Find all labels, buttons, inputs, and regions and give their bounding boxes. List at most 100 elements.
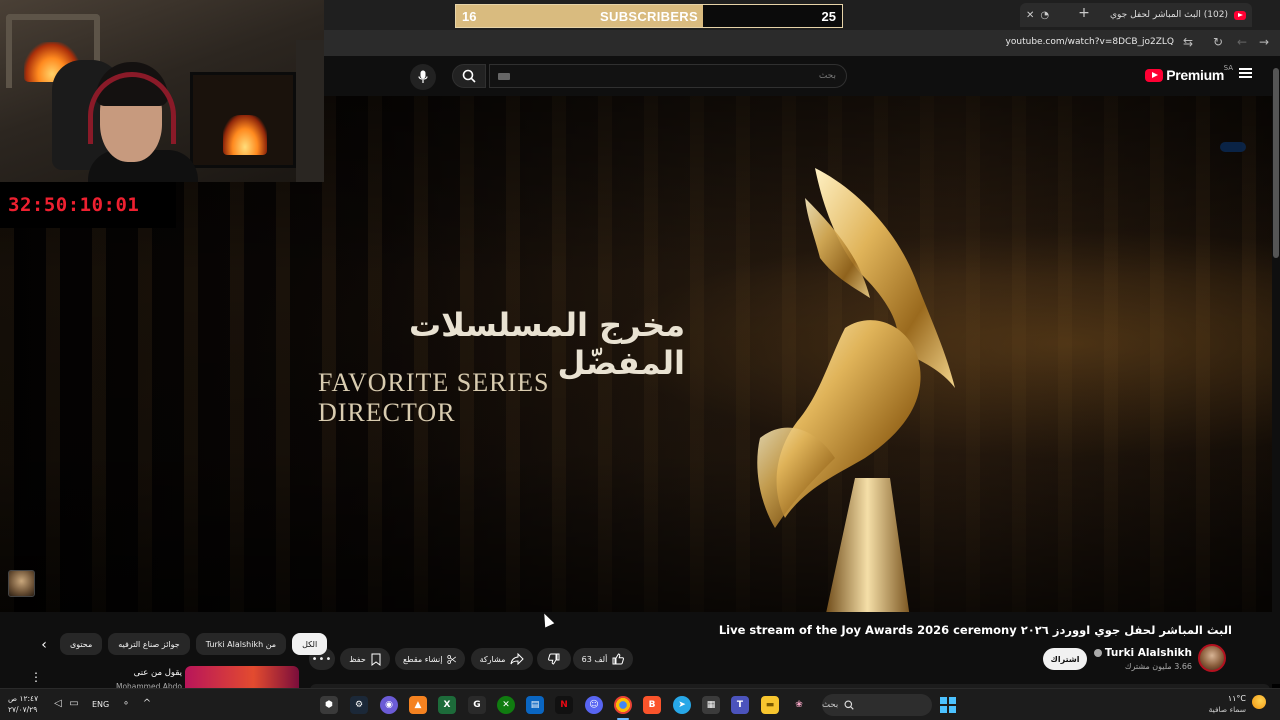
microphone-icon (418, 70, 428, 83)
menu-icon[interactable] (1239, 68, 1252, 78)
app-cube-icon[interactable]: ⬢ (320, 696, 338, 714)
chrome-icon[interactable] (614, 696, 632, 714)
channel-name-row[interactable]: Turki Alalshikh (1093, 647, 1192, 659)
save-label: حفظ (349, 654, 366, 664)
subscribe-button[interactable]: اشتراك (1043, 648, 1087, 670)
taskbar-search-placeholder: بحث (822, 700, 839, 710)
like-count: 63 ألف (581, 654, 608, 664)
clip-label: إنشاء مقطع (403, 654, 443, 664)
keyboard-icon[interactable] (498, 73, 510, 80)
youtube-play-icon (1145, 68, 1164, 82)
filter-chip[interactable]: الكل (292, 633, 328, 655)
new-tab-button[interactable]: + (1076, 5, 1092, 21)
bookmark-icon (371, 653, 381, 666)
steam-icon[interactable]: ⚙ (350, 696, 368, 714)
filter-chip[interactable]: من Turki Alalshikh (195, 633, 287, 655)
share-label: مشاركة (479, 654, 506, 664)
windows-taskbar: ١٢:٤٧ ص ٢٧/٠٧/٢٩ ◁ ▭ ENG ∘ ^ ⬢ ⚙ ◉ ▲ X G… (0, 688, 1280, 720)
clip-button[interactable]: إنشاء مقطع (395, 648, 465, 670)
scissors-icon (447, 654, 457, 664)
taskbar-search-input[interactable]: بحث (822, 694, 932, 716)
recommendation-more-icon[interactable]: ⋮ (30, 670, 42, 684)
address-bar: → ← ↻ ⇆ youtube.com/watch?v=8DCB_jo2ZLQ (324, 30, 1280, 56)
channel-subscriber-count: 3.66 مليون مشترك (1124, 662, 1192, 671)
youtube-favicon-icon (1234, 10, 1246, 20)
app-orange-icon[interactable]: ▲ (409, 696, 427, 714)
telegram-icon[interactable]: ➤ (673, 696, 691, 714)
teams-icon[interactable]: T (731, 696, 749, 714)
language-indicator[interactable]: ENG (92, 700, 109, 709)
search-input[interactable]: بحث (489, 64, 847, 88)
close-tab-icon[interactable]: ✕ (1026, 10, 1034, 21)
tulips-widget-icon[interactable]: ❀ (790, 696, 808, 714)
windows-start-icon[interactable] (940, 697, 956, 713)
verified-icon (1093, 649, 1102, 657)
netflix-icon[interactable]: N (555, 696, 573, 714)
xbox-icon[interactable]: ✕ (497, 696, 515, 714)
microphone-tray-icon[interactable]: ∘ (120, 698, 132, 709)
excel-icon[interactable]: X (438, 696, 456, 714)
forward-icon[interactable]: ← (1234, 35, 1250, 49)
monitor-fire (223, 115, 267, 155)
taskbar-clock[interactable]: ١٢:٤٧ ص ٢٧/٠٧/٢٩ (8, 693, 38, 715)
share-button[interactable]: مشاركة (471, 648, 533, 670)
monitor-fireplace-display (190, 72, 296, 168)
subscriber-goal-label: SUBSCRIBERS (600, 9, 698, 24)
recommendation-title[interactable]: يقول من عنى (104, 668, 182, 678)
overlay-small-avatar (8, 570, 35, 597)
reload-icon[interactable]: ↻ (1210, 35, 1226, 49)
monitor-stand (296, 40, 324, 182)
voice-search-button[interactable] (410, 64, 436, 90)
save-button[interactable]: حفظ (340, 648, 390, 670)
more-icon: ••• (311, 653, 333, 665)
logo-country-code: SA (1223, 64, 1233, 72)
search-button[interactable] (452, 64, 486, 88)
stream-timer: 32:50:10:01 (0, 182, 176, 228)
back-icon[interactable]: → (1256, 35, 1272, 49)
autoplay-toggle[interactable] (1220, 142, 1246, 152)
url-field[interactable]: youtube.com/watch?v=8DCB_jo2ZLQ (1006, 37, 1174, 47)
weather-temperature[interactable]: ١١°C (1228, 694, 1246, 703)
page-scrollbar[interactable] (1272, 56, 1280, 684)
file-explorer-icon[interactable]: ▬ (761, 696, 779, 714)
weather-sun-icon[interactable] (1252, 695, 1266, 709)
chevron-left-icon[interactable]: ‹ (36, 637, 52, 653)
watch-metadata: Live stream of the Joy Awards 2026 cerem… (0, 612, 1272, 691)
app-purple-icon[interactable]: ◉ (380, 696, 398, 714)
store-icon[interactable]: ▦ (702, 696, 720, 714)
clock-date: ٢٧/٠٧/٢٩ (8, 705, 38, 714)
weather-description: سماء صافية (1208, 705, 1246, 714)
volume-icon[interactable]: ◁ (52, 698, 64, 709)
thumbs-up-icon (612, 653, 625, 665)
chevron-up-icon[interactable]: ^ (141, 698, 153, 709)
search-placeholder: بحث (818, 71, 836, 81)
search-icon (462, 69, 476, 83)
network-icon[interactable]: ▭ (68, 698, 80, 709)
logo-text: Premium (1166, 67, 1224, 83)
taskbar-search-icon (844, 700, 854, 710)
app-g-icon[interactable]: G (468, 696, 486, 714)
dislike-button[interactable] (537, 648, 571, 670)
site-settings-icon[interactable]: ⇆ (1180, 35, 1196, 49)
award-trophy-image (757, 168, 955, 612)
brave-icon[interactable]: B (643, 696, 661, 714)
filter-chip[interactable]: جوائز صناع الترفيه (108, 633, 190, 655)
scrollbar-thumb[interactable] (1273, 68, 1279, 258)
filter-chip[interactable]: محتوى (60, 633, 103, 655)
screen: مخرج المسلسلات المفضّل FAVORITE SERIES D… (0, 0, 1280, 720)
clock-time: ١٢:٤٧ ص (8, 694, 39, 703)
discord-icon[interactable]: ☺ (585, 696, 603, 714)
audio-icon[interactable]: ◔ (1040, 10, 1049, 21)
like-button[interactable]: 63 ألف (573, 648, 633, 670)
browser-tab-active[interactable]: (102) البث المباشر لحفل جوي ◔ ✕ (1020, 3, 1252, 27)
recommendation-thumbnail[interactable] (185, 666, 299, 690)
subscriber-goal-bar: 16 SUBSCRIBERS 25 (455, 4, 843, 28)
channel-avatar[interactable] (1198, 644, 1226, 672)
youtube-logo[interactable]: Premium SA (1145, 64, 1233, 83)
youtube-header: Premium SA بحث (324, 56, 1280, 96)
channel-name[interactable]: Turki Alalshikh (1105, 647, 1192, 659)
thumbs-down-icon (548, 653, 560, 665)
webcam-overlay (0, 0, 324, 182)
app-blue-icon[interactable]: ▤ (526, 696, 544, 714)
video-title: Live stream of the Joy Awards 2026 cerem… (718, 623, 1232, 637)
